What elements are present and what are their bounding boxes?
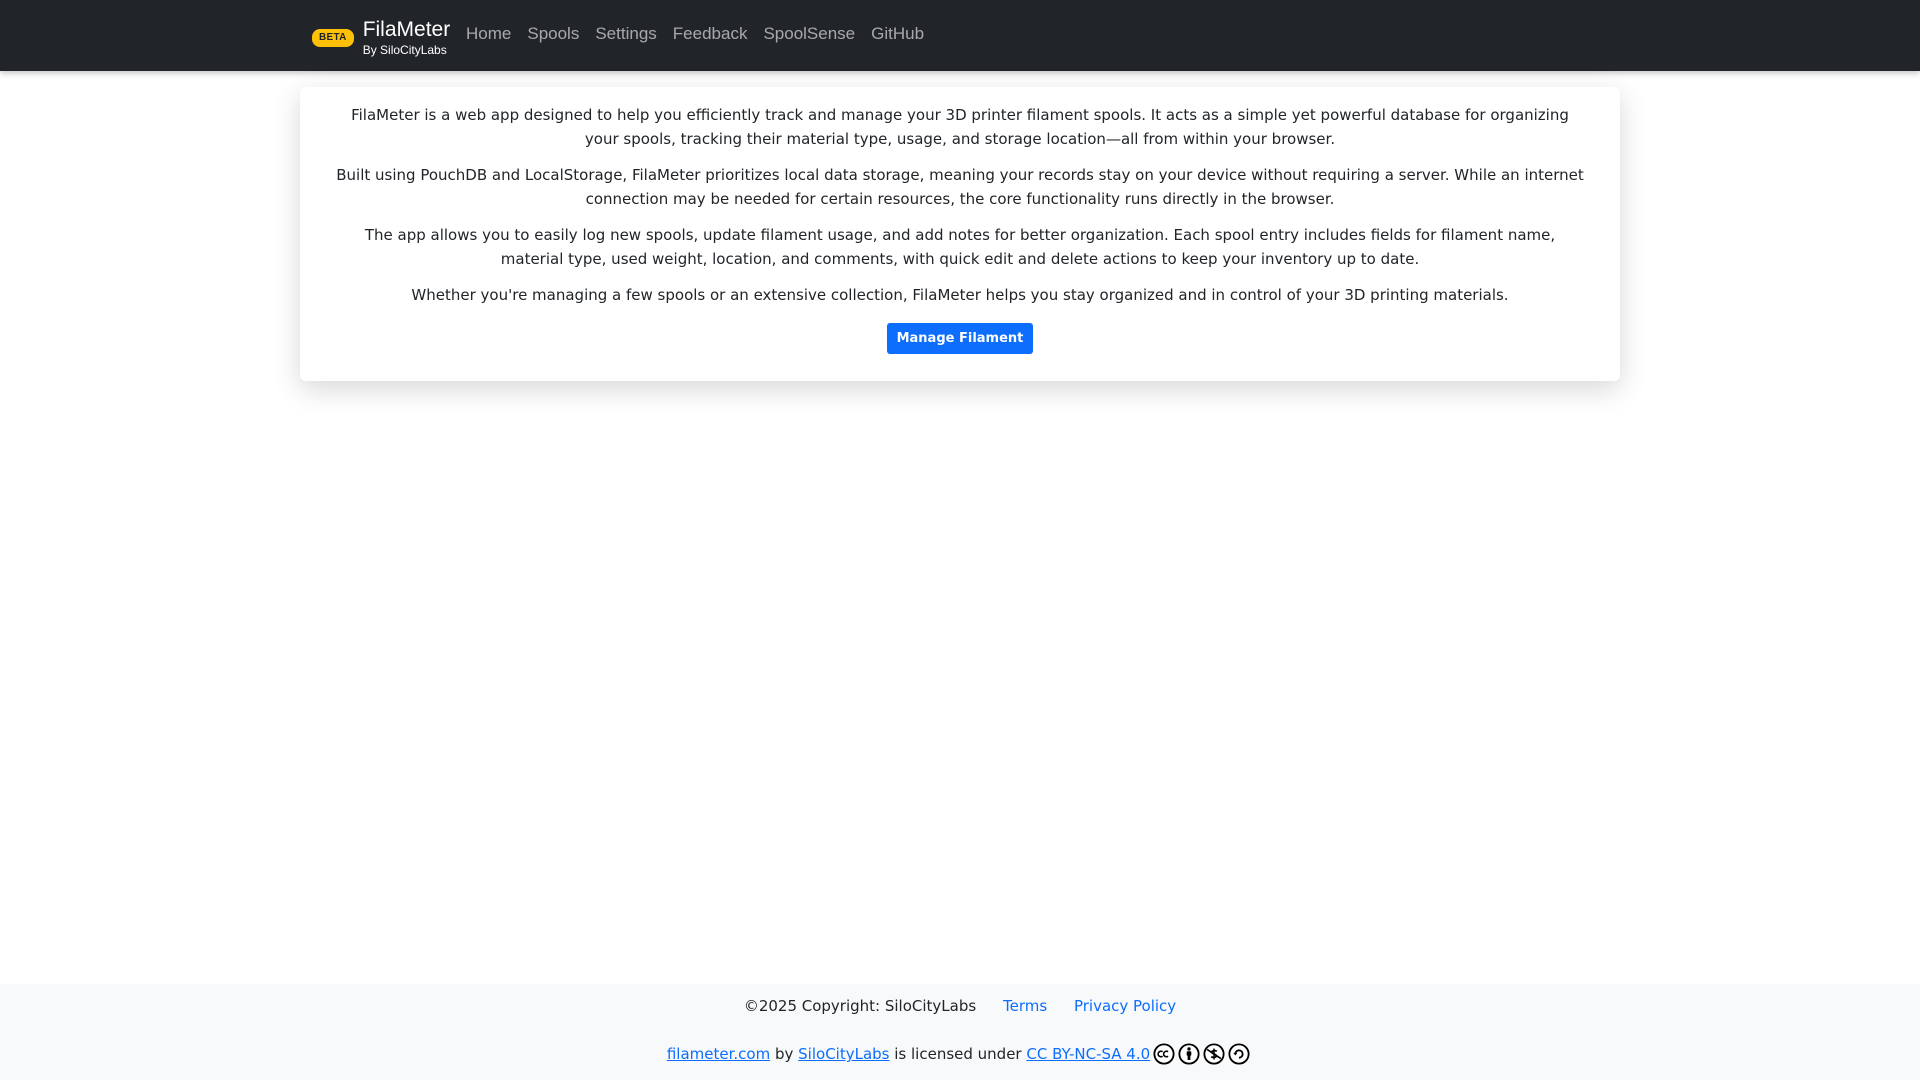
site-link[interactable]: filameter.com [667, 1042, 770, 1066]
intro-card: FilaMeter is a web app designed to help … [300, 87, 1620, 381]
privacy-policy-link[interactable]: Privacy Policy [1074, 997, 1176, 1015]
by-text: by [774, 1045, 794, 1063]
by-icon [1178, 1043, 1200, 1065]
terms-link[interactable]: Terms [1003, 997, 1047, 1015]
manage-filament-button[interactable]: Manage Filament [886, 323, 1034, 354]
nav-link-spools[interactable]: Spools [527, 24, 579, 44]
license-icons [1153, 1043, 1253, 1065]
nav-link-home[interactable]: Home [466, 24, 511, 44]
license-link[interactable]: CC BY-NC-SA 4.0 [1026, 1042, 1150, 1066]
storage-paragraph: Built using PouchDB and LocalStorage, Fi… [336, 166, 1584, 208]
beta-badge: BETA [312, 29, 354, 47]
brand-text: FilaMeter By SiloCityLabs [363, 19, 451, 56]
brand-subtitle: By SiloCityLabs [362, 42, 447, 57]
sa-icon [1228, 1043, 1250, 1065]
author-link[interactable]: SiloCityLabs [798, 1042, 889, 1066]
brand-title: FilaMeter [362, 17, 451, 41]
footer: ©2025 Copyright: SiloCityLabs Terms Priv… [0, 984, 1920, 1080]
copyright-text: ©2025 Copyright: SiloCityLabs [743, 997, 977, 1015]
brand-link[interactable]: BETA FilaMeter By SiloCityLabs [312, 17, 450, 57]
intro-paragraph: FilaMeter is a web app designed to help … [351, 106, 1569, 148]
cc-icon [1153, 1043, 1175, 1065]
nav-link-spoolsense[interactable]: SpoolSense [763, 24, 855, 44]
nav-link-feedback[interactable]: Feedback [673, 24, 748, 44]
footer-links-row: ©2025 Copyright: SiloCityLabs Terms Priv… [0, 994, 1920, 1018]
nav-link-settings[interactable]: Settings [595, 24, 656, 44]
closing-paragraph: Whether you're managing a few spools or … [411, 286, 1509, 304]
nav-link-github[interactable]: GitHub [871, 24, 924, 44]
top-navbar: BETA FilaMeter By SiloCityLabs Home Spoo… [0, 0, 1920, 71]
nc-icon [1203, 1043, 1225, 1065]
licensed-text: is licensed under [894, 1045, 1022, 1063]
license-row: filameter.com by SiloCityLabs is license… [0, 1042, 1920, 1066]
features-paragraph: The app allows you to easily log new spo… [364, 226, 1556, 268]
nav-links: Home Spools Settings Feedback SpoolSense… [466, 0, 940, 68]
